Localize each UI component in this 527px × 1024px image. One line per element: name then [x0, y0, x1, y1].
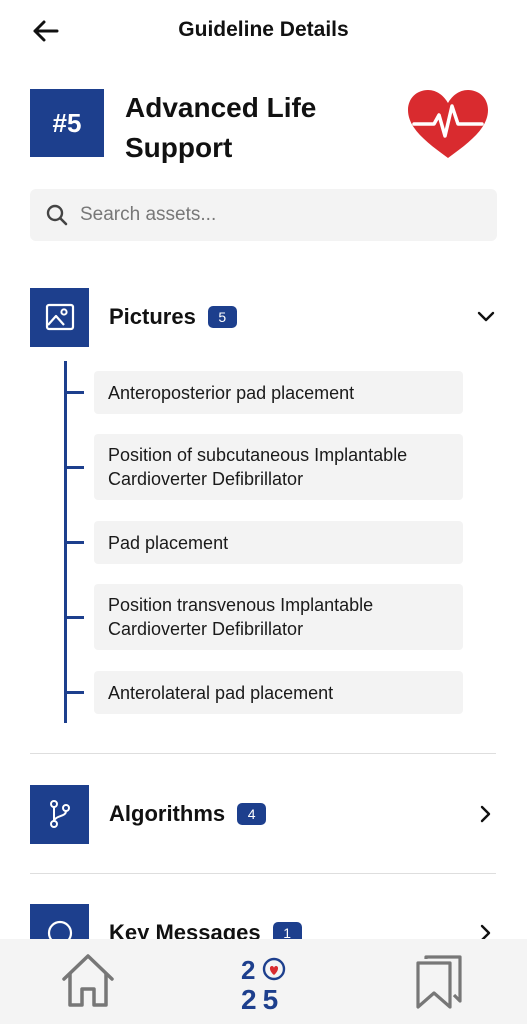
git-branch-icon [49, 800, 70, 828]
tab-guidelines-2025[interactable]: 2 25 [236, 953, 292, 1016]
tab-bookmarks[interactable] [412, 951, 468, 1014]
home-icon [62, 954, 114, 1007]
tree-tick [64, 616, 84, 619]
tree-tick [64, 391, 84, 394]
page-title: Guideline Details [178, 18, 349, 41]
picture-item-anterolateral[interactable]: Anterolateral pad placement [94, 671, 463, 714]
picture-item-label: Anteroposterior pad placement [108, 382, 355, 403]
section-pictures[interactable]: Pictures 5 [30, 287, 496, 347]
algorithm-section-icon-box [30, 784, 89, 844]
bottom-tab-bar: 2 25 [0, 939, 527, 1024]
logo-digit: 2 [241, 955, 255, 985]
logo-heart [269, 966, 279, 975]
search-bar[interactable] [30, 189, 497, 241]
tree-tick [64, 691, 84, 694]
guideline-header: #5 Advanced Life Support [30, 88, 500, 168]
section-divider [30, 753, 496, 754]
tree-tick [64, 466, 84, 469]
top-nav-bar: Guideline Details [0, 0, 527, 64]
section-label-pictures: Pictures [109, 304, 196, 329]
picture-item-transvenous-icd[interactable]: Position transvenous Implantable Cardiov… [94, 584, 463, 650]
chevron-down-icon[interactable] [476, 307, 496, 327]
picture-item-label: Position of subcutaneous Implantable Car… [108, 445, 408, 489]
heart-pulse-icon [408, 90, 488, 158]
picture-item-label: Pad placement [108, 532, 229, 553]
logo-year: 25 [241, 984, 284, 1011]
picture-item-pad-placement[interactable]: Pad placement [94, 521, 463, 564]
search-input[interactable] [80, 204, 460, 226]
image-icon [45, 303, 74, 331]
chevron-right-icon[interactable] [476, 804, 496, 824]
guidelines-2025-logo: 2 25 [241, 955, 286, 1015]
tab-home[interactable] [60, 951, 116, 1014]
picture-item-subcutaneous-icd[interactable]: Position of subcutaneous Implantable Car… [94, 434, 463, 500]
section-algorithms[interactable]: Algorithms 4 [30, 784, 496, 844]
section-label-algorithms: Algorithms [109, 801, 226, 826]
bookmarks-icon [416, 955, 462, 1009]
picture-item-label: Position transvenous Implantable Cardiov… [108, 595, 374, 639]
search-icon [46, 204, 68, 226]
section-divider [30, 873, 496, 874]
picture-item-anteroposterior[interactable]: Anteroposterior pad placement [94, 371, 463, 414]
picture-section-icon-box [30, 287, 89, 347]
tree-tick [64, 541, 84, 544]
guideline-number-badge: #5 [30, 89, 104, 157]
picture-item-label: Anterolateral pad placement [108, 682, 334, 703]
count-badge-algorithms: 4 [237, 803, 267, 825]
guideline-title: Advanced Life Support [125, 92, 317, 163]
count-badge-pictures: 5 [207, 306, 237, 328]
